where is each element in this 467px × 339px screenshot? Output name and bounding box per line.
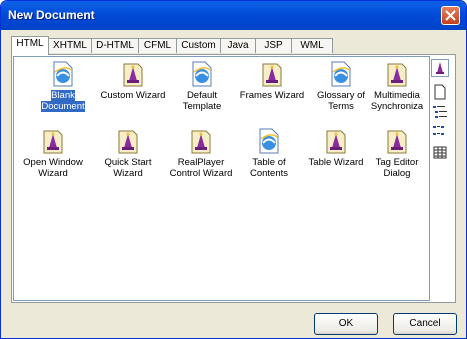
item-label-line1: Open Window	[23, 157, 83, 168]
tab-cfml[interactable]: CFML	[138, 38, 177, 53]
item-label-line2: Control Wizard	[169, 168, 233, 179]
list-view-2-button[interactable]	[431, 123, 449, 141]
new-document-dialog: New Document HTML XHTML D-HTML CFML Cust…	[0, 0, 467, 339]
item-label-line1: Quick Start	[104, 157, 152, 168]
list-view-icon	[433, 126, 444, 135]
template-item-table-wizard[interactable]: Table Wizard	[301, 128, 371, 188]
title-bar[interactable]: New Document	[1, 1, 466, 30]
details-view-icon	[433, 146, 447, 159]
template-item-custom-wizard[interactable]: Custom Wizard	[98, 61, 168, 121]
large-icons-icon	[436, 62, 444, 74]
item-label-line1: Blank	[51, 90, 75, 101]
item-label-line1: Multimedia	[374, 90, 420, 101]
item-label-line2: Terms	[328, 101, 354, 112]
wizard-icon	[191, 130, 211, 154]
wizard-icon	[387, 63, 407, 87]
wizard-icon	[43, 130, 63, 154]
item-label-line1: Custom Wizard	[100, 90, 166, 101]
template-item-multimedia[interactable]: Multimedia Synchroniza	[362, 61, 432, 121]
item-label-line1: Glossary of	[316, 90, 366, 101]
tab-wml[interactable]: WML	[291, 38, 333, 53]
item-label-line2: Wizard	[113, 168, 143, 179]
ie-document-icon	[259, 128, 279, 154]
template-item-blank-document[interactable]: Blank Document	[28, 61, 98, 121]
item-label-line2: Synchroniza	[370, 101, 424, 112]
item-label-line2: Template	[182, 101, 222, 112]
tab-jsp[interactable]: JSP	[255, 38, 292, 53]
tab-panel: Blank Document Custom Wizard Default Tem…	[11, 54, 456, 303]
large-icons-button[interactable]	[431, 59, 449, 77]
tab-custom[interactable]: Custom	[176, 38, 221, 53]
item-label-line2: Contents	[249, 168, 289, 179]
item-label-line2: Dialog	[383, 168, 411, 179]
template-list[interactable]: Blank Document Custom Wizard Default Tem…	[13, 56, 430, 301]
small-icons-button[interactable]	[431, 83, 449, 101]
template-item-realplayer-control-wizard[interactable]: RealPlayer Control Wizard	[166, 128, 236, 188]
window-title: New Document	[8, 8, 95, 22]
item-label-line1: Table of	[252, 157, 286, 168]
template-item-frames-wizard[interactable]: Frames Wizard	[237, 61, 307, 121]
wizard-icon	[387, 130, 407, 154]
ok-button[interactable]: OK	[314, 313, 378, 335]
template-item-tag-editor-dialog[interactable]: Tag Editor Dialog	[362, 128, 432, 188]
item-label-line1: Table Wizard	[308, 157, 364, 168]
wizard-icon	[118, 130, 138, 154]
small-icons-icon	[434, 84, 446, 100]
close-button[interactable]	[441, 6, 460, 25]
list-view-button[interactable]	[431, 103, 449, 121]
item-label-line1: Default	[186, 90, 218, 101]
cancel-button[interactable]: Cancel	[393, 313, 457, 335]
ie-document-icon	[331, 61, 351, 87]
tab-xhtml[interactable]: XHTML	[48, 38, 92, 53]
item-label-line2: Document	[41, 101, 85, 112]
item-label-line1: RealPlayer	[177, 157, 225, 168]
wizard-icon	[326, 130, 346, 154]
ie-document-icon	[192, 61, 212, 87]
item-label-line1: Tag Editor	[375, 157, 419, 168]
details-view-button[interactable]	[431, 143, 449, 161]
item-label-line2: Wizard	[38, 168, 68, 179]
tab-dhtml[interactable]: D-HTML	[91, 38, 139, 53]
ie-document-icon	[53, 61, 73, 87]
template-item-default-template[interactable]: Default Template	[167, 61, 237, 121]
tab-html[interactable]: HTML	[11, 36, 49, 55]
template-item-quick-start-wizard[interactable]: Quick Start Wizard	[93, 128, 163, 188]
list-view-icon	[433, 106, 447, 118]
template-item-table-of-contents[interactable]: Table of Contents	[234, 128, 304, 188]
template-item-open-window-wizard[interactable]: Open Window Wizard	[18, 128, 88, 188]
wizard-icon	[123, 63, 143, 87]
wizard-icon	[262, 63, 282, 87]
close-icon	[445, 10, 456, 21]
tab-java[interactable]: Java	[220, 38, 256, 53]
item-label-line1: Frames Wizard	[239, 90, 305, 101]
